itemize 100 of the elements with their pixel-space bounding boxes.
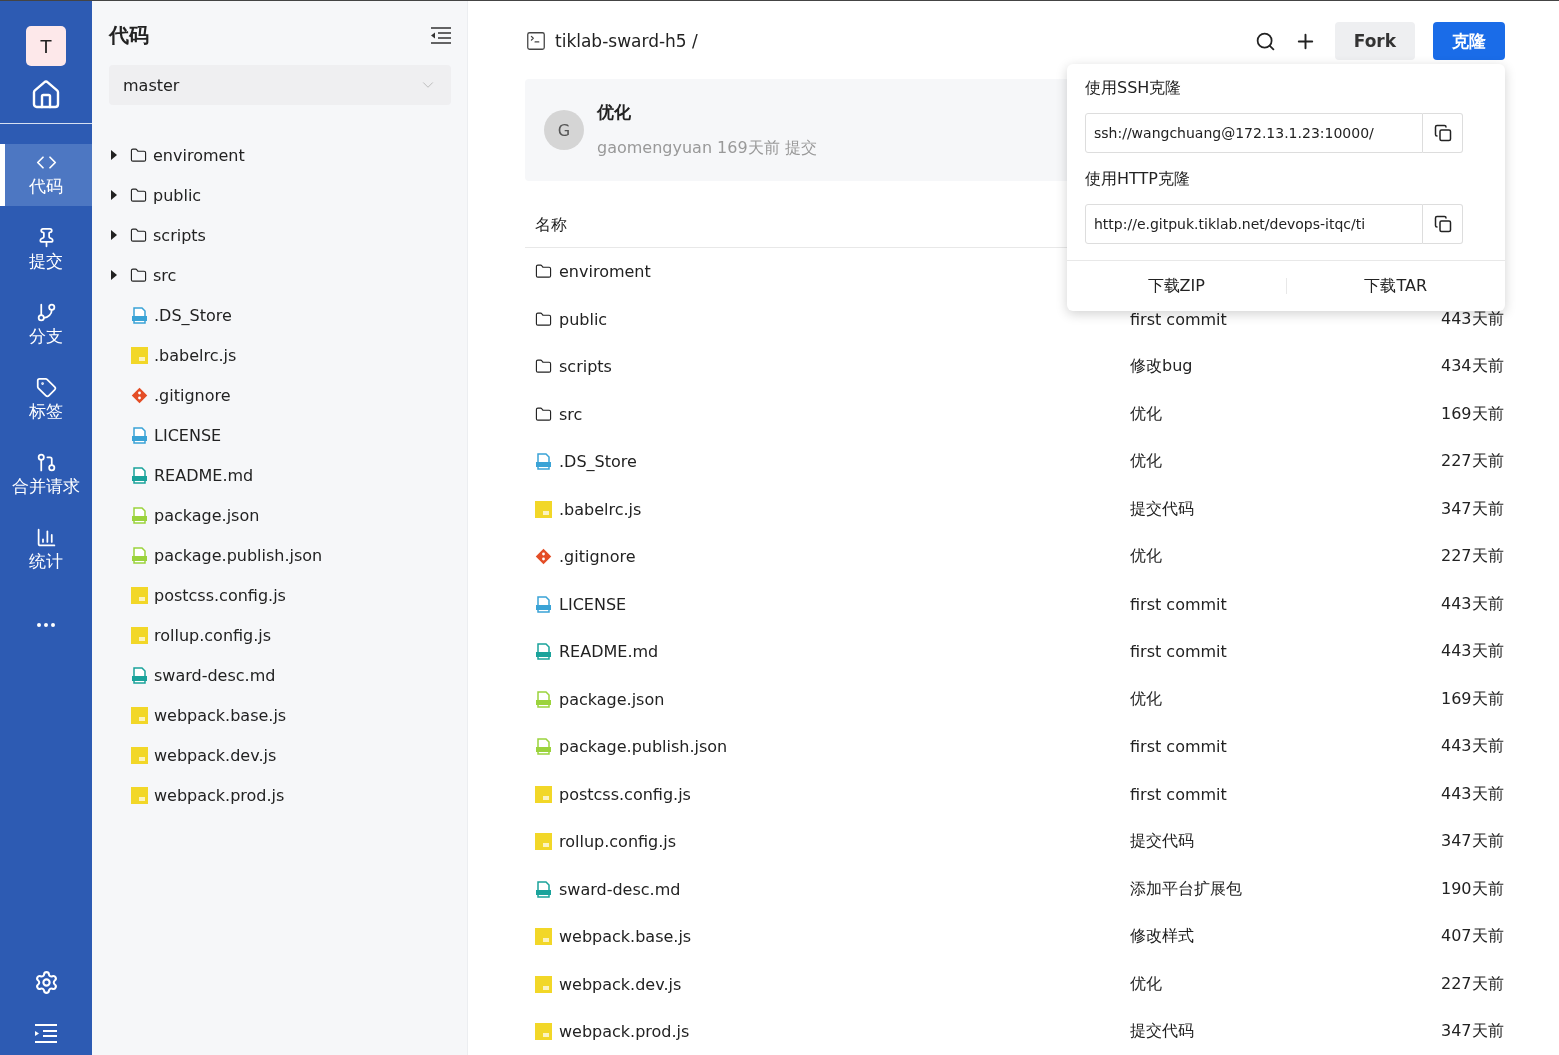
tree-item[interactable]: public [109, 175, 451, 215]
commit-cell[interactable]: 修改bug [1130, 356, 1441, 378]
time-cell: 443天前 [1441, 736, 1505, 758]
commit-cell[interactable]: 提交代码 [1130, 1021, 1441, 1043]
caret-icon[interactable] [111, 190, 117, 200]
time-cell: 227天前 [1441, 546, 1505, 568]
tree-item[interactable]: src [109, 255, 451, 295]
file-name-cell[interactable]: package.publish.json [535, 737, 1130, 757]
file-icon [131, 306, 148, 324]
folder-icon [130, 146, 147, 164]
file-name-cell[interactable]: package.json [535, 689, 1130, 709]
http-url-field[interactable]: http://e.gitpuk.tiklab.net/devops-itqc/ti [1085, 204, 1423, 244]
caret-icon[interactable] [111, 230, 117, 240]
repo-name[interactable]: tiklab-sward-h5 / [555, 31, 698, 51]
file-name-cell[interactable]: public [535, 309, 1130, 329]
search-icon[interactable] [1254, 30, 1276, 52]
file-name-cell[interactable]: .babelrc.js [535, 499, 1130, 519]
copy-icon [1433, 124, 1452, 142]
file-name-cell[interactable]: rollup.config.js [535, 832, 1130, 852]
tree-item[interactable]: postcss.config.js [109, 575, 451, 615]
file-name-cell[interactable]: .DS_Store [535, 452, 1130, 472]
merge-icon [35, 452, 57, 473]
tree-item[interactable]: package.json [109, 495, 451, 535]
download-tar-button[interactable]: 下载TAR [1286, 275, 1505, 297]
commit-cell[interactable]: 添加平台扩展包 [1130, 878, 1441, 900]
column-header: 名称 [535, 214, 567, 236]
folder-icon [130, 186, 147, 204]
nav-item[interactable]: 分支 [0, 294, 92, 356]
folder-icon [535, 405, 552, 423]
file-name-cell[interactable]: postcss.config.js [535, 784, 1130, 804]
tree-item[interactable]: .gitignore [109, 375, 451, 415]
menu-icon[interactable] [34, 1023, 58, 1043]
commit-cell[interactable]: 优化 [1130, 688, 1441, 710]
nav-item[interactable]: 标签 [0, 369, 92, 431]
file-name-cell[interactable]: webpack.prod.js [535, 1022, 1130, 1042]
js-file-icon [131, 746, 148, 764]
js-file-icon [131, 706, 148, 724]
folder-icon [535, 358, 552, 376]
nav-item[interactable]: 统计 [0, 519, 92, 581]
tree-item[interactable]: .DS_Store [109, 295, 451, 335]
commit-cell[interactable]: 优化 [1130, 403, 1441, 425]
commit-cell[interactable]: 提交代码 [1130, 831, 1441, 853]
nav-item[interactable]: 提交 [0, 219, 92, 281]
commit-cell[interactable]: 修改样式 [1130, 926, 1441, 948]
commit-cell[interactable]: 优化 [1130, 451, 1441, 473]
file-name-cell[interactable]: webpack.dev.js [535, 974, 1130, 994]
tree-item[interactable]: package.publish.json [109, 535, 451, 575]
commit-message[interactable]: 优化 [597, 101, 817, 124]
collapse-icon[interactable] [431, 26, 451, 44]
js-file-icon [131, 586, 148, 604]
commit-cell[interactable]: first commit [1130, 309, 1441, 329]
nav-item[interactable]: 合并请求 [0, 444, 92, 506]
copy-button[interactable] [1423, 113, 1463, 153]
file-name-cell[interactable]: src [535, 404, 1130, 424]
file-name-cell[interactable]: sward-desc.md [535, 879, 1130, 899]
commit-cell[interactable]: first commit [1130, 737, 1441, 757]
caret-icon[interactable] [111, 270, 117, 280]
nav-item[interactable]: 代码 [0, 144, 92, 206]
commit-cell[interactable]: first commit [1130, 784, 1441, 804]
file-name-cell[interactable]: webpack.base.js [535, 927, 1130, 947]
tag-icon [35, 377, 57, 398]
tree-item[interactable]: enviroment [109, 135, 451, 175]
folder-icon [130, 226, 147, 244]
tree-item[interactable]: rollup.config.js [109, 615, 451, 655]
caret-icon[interactable] [111, 150, 117, 160]
tree-item[interactable]: scripts [109, 215, 451, 255]
tree-item[interactable]: webpack.dev.js [109, 735, 451, 775]
commit-cell[interactable]: first commit [1130, 642, 1441, 662]
js-file-icon [535, 928, 552, 946]
commit-cell[interactable]: 优化 [1130, 973, 1441, 995]
tree-item[interactable]: LICENSE [109, 415, 451, 455]
ssh-label: 使用SSH克隆 [1084, 78, 1183, 99]
commit-cell[interactable]: 优化 [1130, 546, 1441, 568]
fork-button[interactable]: Fork [1334, 22, 1415, 60]
js-file-icon [131, 346, 148, 364]
file-name-cell[interactable]: .gitignore [535, 547, 1130, 567]
branch-icon [35, 302, 57, 323]
copy-button[interactable] [1423, 204, 1463, 244]
clone-button[interactable]: 克隆 [1433, 22, 1505, 60]
tree-item[interactable]: .babelrc.js [109, 335, 451, 375]
file-name-cell[interactable]: LICENSE [535, 594, 1130, 614]
ssh-url-field[interactable]: ssh://wangchuang@172.13.1.23:10000/ [1085, 113, 1423, 153]
file-name-cell[interactable]: README.md [535, 642, 1130, 662]
http-label: 使用HTTP克隆 [1084, 169, 1191, 190]
file-name-cell[interactable]: scripts [535, 357, 1130, 377]
repo-icon [525, 30, 547, 52]
commit-cell[interactable]: 提交代码 [1130, 498, 1441, 520]
file-icon [535, 453, 552, 471]
settings-icon[interactable] [33, 970, 59, 995]
folder-icon [535, 310, 552, 328]
tree-item[interactable]: webpack.prod.js [109, 775, 451, 815]
home-icon[interactable] [30, 78, 62, 111]
avatar[interactable]: T [26, 26, 66, 66]
branch-select[interactable]: master [109, 65, 451, 105]
commit-meta: gaomengyuan 169天前 提交 [597, 138, 817, 159]
time-cell: 227天前 [1441, 451, 1505, 473]
tree-item[interactable]: webpack.base.js [109, 695, 451, 735]
commit-cell[interactable]: first commit [1130, 594, 1441, 614]
tree-item[interactable]: README.md [109, 455, 451, 495]
tree-item[interactable]: sward-desc.md [109, 655, 451, 695]
